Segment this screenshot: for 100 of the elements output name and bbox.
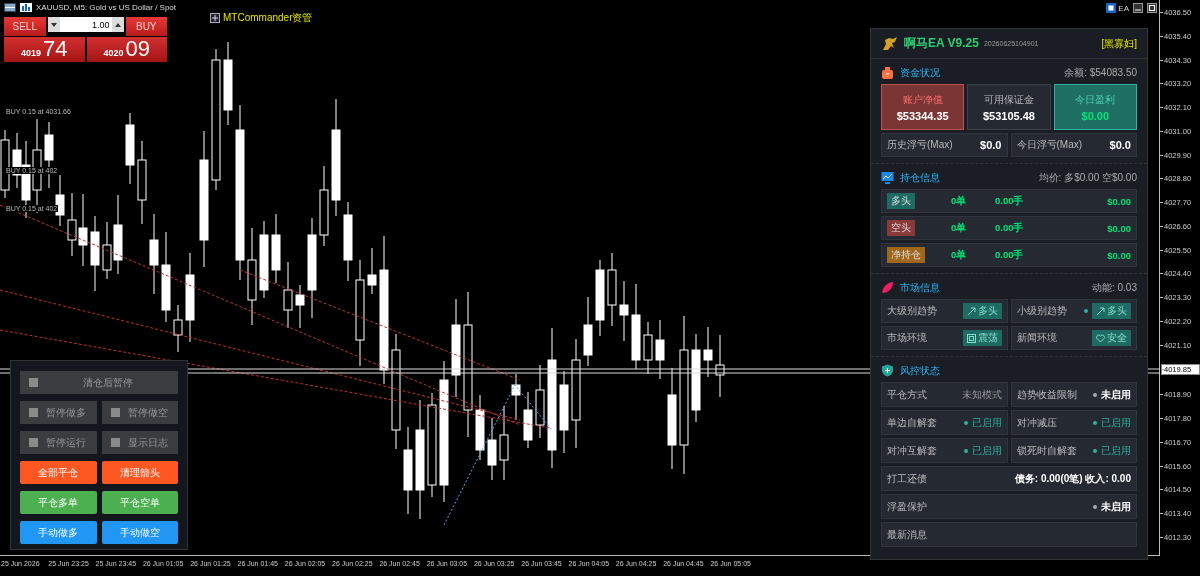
order-count: 0单 — [951, 248, 968, 262]
sell-price-pips[interactable]: 74 — [43, 38, 68, 60]
buy-price-pips[interactable]: 09 — [125, 38, 150, 60]
toggle-button[interactable]: 暂停运行 — [20, 431, 97, 454]
bar-chart-icon — [20, 3, 32, 12]
section-summary: 均价: 多$0.00 空$0.00 — [1038, 170, 1137, 185]
plus-icon — [210, 13, 220, 23]
candlestick — [173, 304, 183, 353]
candlestick — [655, 319, 665, 380]
status-value: 已启用 — [971, 443, 1002, 458]
section-title: 风控状态 — [900, 363, 940, 378]
arrow-up-icon — [1096, 306, 1105, 316]
candlestick — [475, 394, 485, 461]
risk-label: 平仓方式 — [887, 387, 927, 402]
toggle-button[interactable]: 暂停做空 — [101, 401, 178, 424]
action-button[interactable]: 平仓多单 — [20, 491, 97, 514]
section-title: 市场信息 — [900, 280, 940, 295]
checkbox[interactable] — [29, 378, 38, 387]
action-button[interactable]: 平仓空单 — [101, 491, 178, 514]
horse-icon — [881, 35, 899, 52]
trend-badge: 震荡 — [962, 330, 1002, 346]
candlestick — [487, 417, 497, 481]
arrow-up-icon — [966, 306, 976, 316]
action-button[interactable]: 手动做空 — [101, 521, 178, 544]
profit-value: $0.00 — [1107, 249, 1131, 261]
ea-status-label: EA — [1118, 3, 1129, 13]
order-count: 0单 — [951, 221, 968, 235]
status-value: 未启用 — [1101, 499, 1131, 514]
candlestick — [715, 334, 725, 398]
leaf-icon — [881, 281, 894, 294]
section-title: 资金状况 — [900, 65, 940, 80]
stat-label: 今日浮亏(Max) — [1016, 138, 1083, 152]
market-label: 市场环境 — [887, 331, 927, 345]
candlestick — [583, 296, 593, 367]
candlestick — [703, 326, 713, 378]
stat-value: $0.0 — [980, 139, 1002, 151]
caret-down-icon — [50, 22, 57, 27]
order-count: 0单 — [951, 194, 968, 208]
toggle-button[interactable]: 清仓后暂停 — [20, 371, 178, 394]
trend-badge: 多头 — [962, 303, 1002, 319]
lot-size: 0.00手 — [995, 248, 1025, 262]
risk-label: 单边自解套 — [887, 415, 937, 430]
action-button[interactable]: 全部平仓 — [20, 461, 97, 484]
checkbox[interactable] — [110, 408, 120, 417]
card-value: $53105.48 — [983, 109, 1035, 122]
stat-label: 历史浮亏(Max) — [887, 138, 953, 152]
profit-value: $0.00 — [1107, 222, 1131, 234]
risk-label: 锁死时自解套 — [1016, 443, 1077, 458]
candlestick — [102, 221, 112, 280]
candlestick — [283, 261, 293, 329]
candlestick — [523, 391, 533, 449]
position-tag: 多头 — [887, 193, 915, 209]
stat-value: $0.0 — [1109, 139, 1131, 151]
commander-label: MTCommander资管 — [223, 11, 313, 25]
monitor-icon — [881, 171, 894, 184]
checkbox[interactable] — [110, 438, 120, 447]
money-bag-icon — [881, 66, 894, 79]
market-label: 新闻环境 — [1016, 331, 1057, 345]
buy-price[interactable]: 4020 — [103, 48, 124, 58]
market-label: 小级别趋势 — [1016, 304, 1067, 318]
volume-spinner[interactable]: 1.00 — [47, 17, 124, 32]
flag-icon — [4, 3, 16, 12]
section-summary: 动能: 0.03 — [1091, 280, 1137, 295]
action-button[interactable]: 手动做多 — [20, 521, 97, 544]
mode-tag: [黑寡妇] — [1101, 36, 1137, 51]
checkbox[interactable] — [29, 408, 38, 417]
card-label: 账户净值 — [902, 92, 943, 107]
profit-value: $0.00 — [1107, 195, 1131, 207]
buy-button[interactable]: BUY — [125, 17, 167, 36]
lot-size: 0.00手 — [995, 194, 1025, 208]
risk-value: 未知模式 — [961, 387, 1002, 402]
checkbox[interactable] — [29, 438, 38, 447]
status-value: 未启用 — [1101, 387, 1131, 402]
risk-label: 浮盈保护 — [887, 499, 927, 514]
decrease-button[interactable] — [47, 17, 60, 32]
risk-value: 债务: 0.00(0笔) 收入: 0.00 — [1014, 471, 1131, 486]
candlestick — [67, 192, 77, 257]
sell-price[interactable]: 4019 — [21, 48, 41, 58]
status-value: 已启用 — [971, 415, 1002, 430]
expand-button[interactable] — [210, 13, 220, 23]
risk-label: 对冲减压 — [1016, 415, 1057, 430]
candlestick — [271, 213, 281, 284]
status-value: 已启用 — [1101, 443, 1131, 458]
section-title: 持仓信息 — [900, 170, 940, 185]
sell-button[interactable]: SELL — [4, 17, 46, 36]
toggle-button[interactable]: 暂停做多 — [20, 401, 97, 424]
candlestick — [619, 280, 629, 342]
maximize-icon — [1147, 3, 1157, 13]
minimize-icon — [1133, 3, 1143, 13]
card-value: $0.00 — [1081, 109, 1110, 122]
robot-icon — [1106, 3, 1117, 13]
candlestick — [55, 174, 65, 227]
position-tag: 净持仓 — [887, 247, 925, 263]
card-label: 可用保证金 — [984, 92, 1034, 107]
position-tag: 空头 — [887, 220, 915, 236]
risk-label: 对冲互解套 — [887, 443, 937, 458]
toggle-button[interactable]: 显示日志 — [101, 431, 178, 454]
caret-up-icon — [114, 22, 121, 27]
candlestick — [295, 284, 305, 329]
action-button[interactable]: 清理箭头 — [101, 461, 178, 484]
